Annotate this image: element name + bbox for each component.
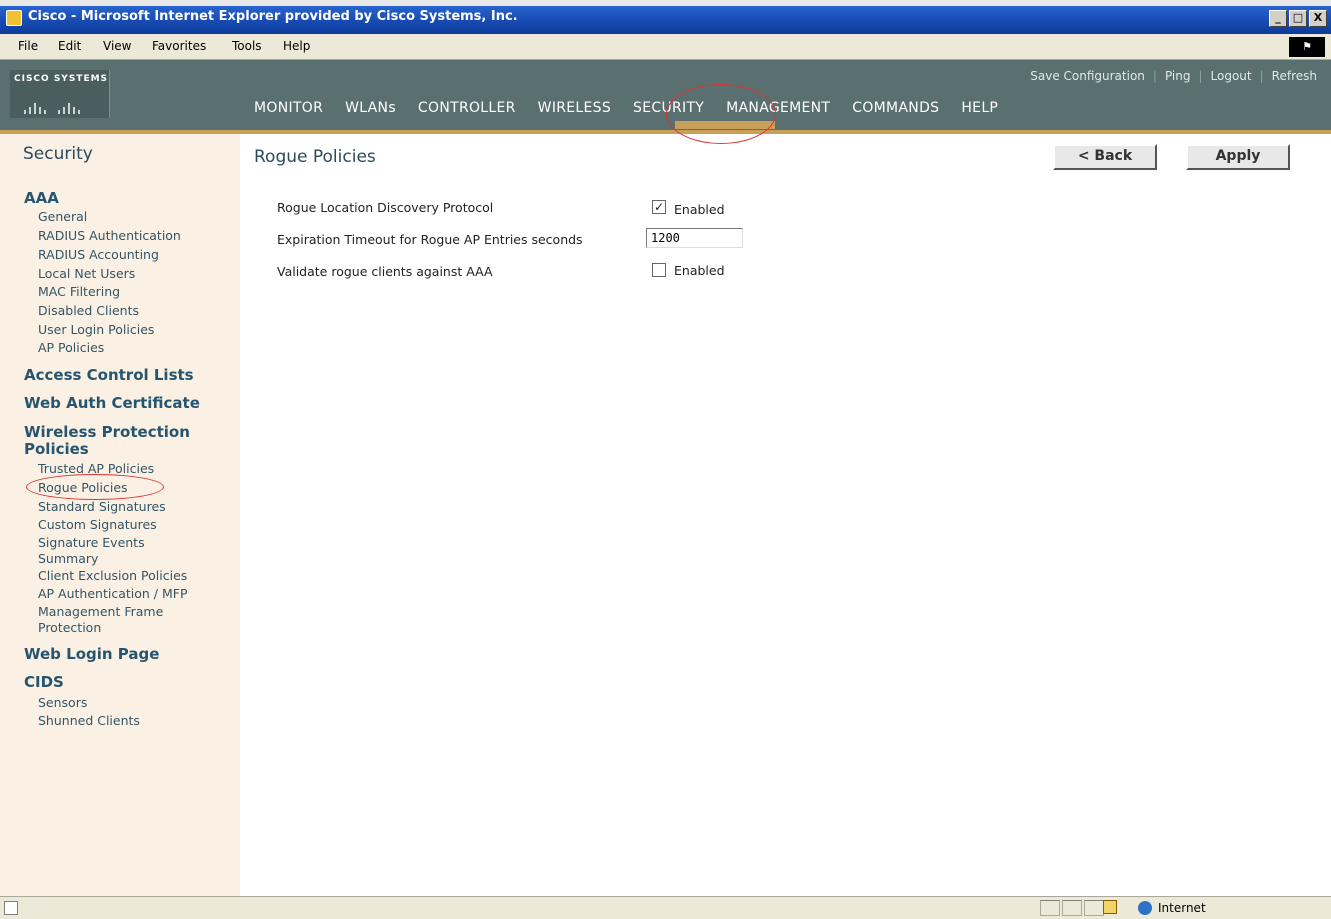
sidebar-item-standard-signatures[interactable]: Standard Signatures bbox=[38, 499, 166, 514]
nav-controller[interactable]: CONTROLLER bbox=[418, 100, 516, 116]
sidebar-item-general[interactable]: General bbox=[38, 209, 87, 224]
back-button[interactable]: < Back bbox=[1053, 144, 1157, 170]
rldp-enabled-checkbox[interactable]: ✓ bbox=[652, 200, 666, 214]
menu-favorites[interactable]: Favorites bbox=[152, 39, 206, 53]
sidebar-item-local-net-users[interactable]: Local Net Users bbox=[38, 266, 135, 281]
sidebar-group-aaa[interactable]: AAA bbox=[24, 190, 59, 207]
sidebar-item-custom-signatures[interactable]: Custom Signatures bbox=[38, 517, 157, 532]
sidebar-item-trusted-ap-policies[interactable]: Trusted AP Policies bbox=[38, 461, 154, 476]
window-title: Cisco - Microsoft Internet Explorer prov… bbox=[28, 9, 518, 24]
apply-button[interactable]: Apply bbox=[1186, 144, 1290, 170]
active-nav-indicator bbox=[675, 121, 775, 129]
sidebar-item-radius-authentication[interactable]: RADIUS Authentication bbox=[38, 228, 181, 243]
nav-help[interactable]: HELP bbox=[961, 100, 998, 116]
nav-management[interactable]: MANAGEMENT bbox=[726, 100, 830, 116]
sidebar-group-access-control-lists[interactable]: Access Control Lists bbox=[24, 367, 194, 384]
status-bar: Internet bbox=[0, 896, 1331, 919]
menu-tools[interactable]: Tools bbox=[232, 39, 262, 53]
expiration-timeout-label: Expiration Timeout for Rogue AP Entries … bbox=[277, 232, 583, 247]
nav-monitor[interactable]: MONITOR bbox=[254, 100, 323, 116]
rldp-label: Rogue Location Discovery Protocol bbox=[277, 200, 494, 215]
page-status-icon bbox=[4, 901, 18, 915]
sidebar-item-ap-authentication-mfp[interactable]: AP Authentication / MFP bbox=[38, 586, 188, 601]
internet-zone-icon bbox=[1138, 901, 1152, 915]
menu-help[interactable]: Help bbox=[283, 39, 310, 53]
nav-security[interactable]: SECURITY bbox=[633, 100, 704, 116]
nav-wireless[interactable]: WIRELESS bbox=[538, 100, 611, 116]
windows-flag-icon: ⚑ bbox=[1289, 37, 1325, 57]
ping-link[interactable]: Ping bbox=[1165, 69, 1191, 83]
lock-icon bbox=[1103, 900, 1117, 914]
main-nav: MONITOR WLANs CONTROLLER WIRELESS SECURITY MA… bbox=[240, 100, 1020, 116]
sidebar-item-radius-accounting[interactable]: RADIUS Accounting bbox=[38, 247, 159, 262]
menu-view[interactable]: View bbox=[103, 39, 131, 53]
logout-link[interactable]: Logout bbox=[1211, 69, 1252, 83]
expiration-timeout-input[interactable] bbox=[646, 228, 743, 248]
menu-bar: File Edit View Favorites Tools Help ⚑ bbox=[0, 34, 1331, 60]
maximize-button[interactable]: □ bbox=[1289, 10, 1307, 27]
close-button[interactable]: X bbox=[1309, 10, 1327, 27]
status-cell bbox=[1084, 900, 1104, 916]
top-links: Save Configuration | Ping | Logout | Refresh bbox=[1030, 69, 1317, 83]
validate-rogue-clients-checkbox[interactable] bbox=[652, 263, 666, 277]
sidebar-group-cids[interactable]: CIDS bbox=[24, 674, 64, 691]
sidebar-item-user-login-policies[interactable]: User Login Policies bbox=[38, 322, 154, 337]
sidebar-item-ap-policies[interactable]: AP Policies bbox=[38, 340, 104, 355]
cisco-logo: CISCO SYSTEMS bbox=[10, 70, 110, 118]
status-cell bbox=[1040, 900, 1060, 916]
sidebar: Security AAA General RADIUS Authenticati… bbox=[0, 134, 240, 896]
minimize-button[interactable]: _ bbox=[1269, 10, 1287, 27]
window-title-bar[interactable]: Cisco - Microsoft Internet Explorer prov… bbox=[0, 0, 1331, 34]
sidebar-item-sensors[interactable]: Sensors bbox=[38, 695, 87, 710]
status-cell bbox=[1062, 900, 1082, 916]
sidebar-item-shunned-clients[interactable]: Shunned Clients bbox=[38, 713, 140, 728]
menu-file[interactable]: File bbox=[18, 39, 38, 53]
cisco-header: CISCO SYSTEMS Save Configuration | Ping | Lo… bbox=[0, 60, 1331, 130]
save-configuration-link[interactable]: Save Configuration bbox=[1030, 69, 1145, 83]
nav-commands[interactable]: COMMANDS bbox=[852, 100, 939, 116]
rldp-enabled-label: Enabled bbox=[674, 202, 725, 217]
validate-rogue-clients-label: Validate rogue clients against AAA bbox=[277, 264, 493, 279]
sidebar-item-rogue-policies[interactable]: Rogue Policies bbox=[38, 480, 128, 495]
security-zone-label: Internet bbox=[1158, 901, 1206, 915]
refresh-link[interactable]: Refresh bbox=[1272, 69, 1317, 83]
page-title: Rogue Policies bbox=[254, 147, 376, 167]
sidebar-item-management-frame-protection[interactable]: Management Frame Protection bbox=[38, 604, 198, 636]
sidebar-item-mac-filtering[interactable]: MAC Filtering bbox=[38, 284, 120, 299]
validate-rogue-clients-enabled-label: Enabled bbox=[674, 263, 725, 278]
sidebar-group-web-login-page[interactable]: Web Login Page bbox=[24, 646, 159, 663]
sidebar-item-disabled-clients[interactable]: Disabled Clients bbox=[38, 303, 139, 318]
nav-wlans[interactable]: WLANs bbox=[345, 100, 396, 116]
ie-app-icon bbox=[6, 10, 22, 26]
sidebar-title: Security bbox=[23, 144, 93, 164]
sidebar-group-web-auth-certificate[interactable]: Web Auth Certificate bbox=[24, 395, 200, 412]
sidebar-group-wireless-protection-policies[interactable]: Wireless Protection Policies bbox=[24, 424, 214, 458]
cisco-bridge-icon bbox=[24, 98, 94, 114]
menu-edit[interactable]: Edit bbox=[58, 39, 81, 53]
partial-caption-strip bbox=[0, 0, 1331, 6]
sidebar-item-client-exclusion-policies[interactable]: Client Exclusion Policies bbox=[38, 568, 187, 583]
sidebar-item-signature-events-summary[interactable]: Signature Events Summary bbox=[38, 535, 168, 567]
